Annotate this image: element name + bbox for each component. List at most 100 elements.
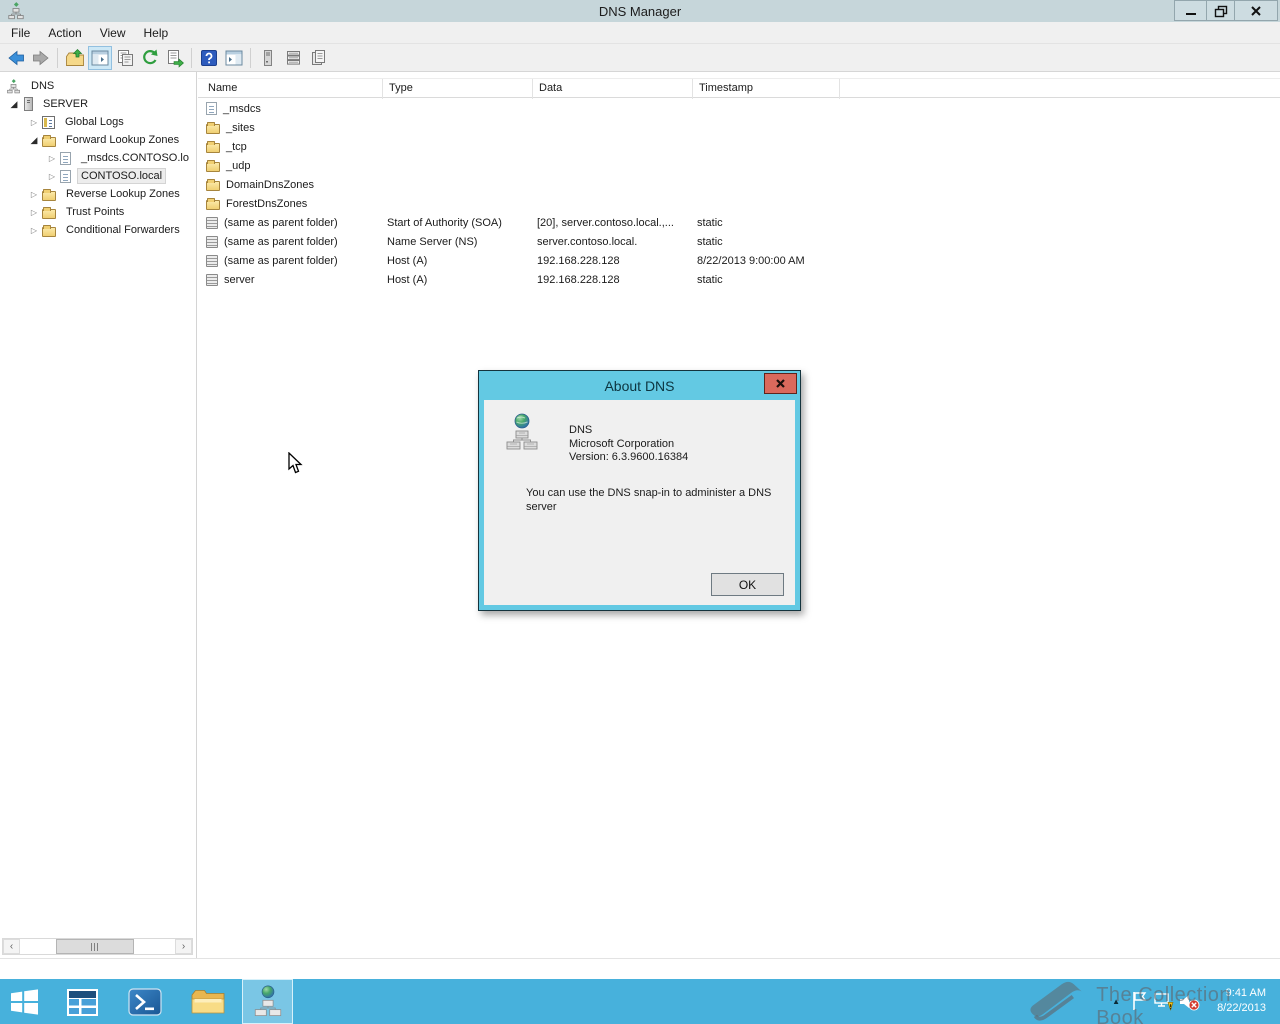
dialog-company: Microsoft Corporation — [569, 437, 675, 450]
tree-item-global-logs[interactable]: Global Logs — [0, 113, 196, 131]
cell-type: Start of Authority (SOA) — [387, 216, 502, 229]
scrollbar-grip-icon — [91, 942, 99, 951]
show-action-pane-button[interactable] — [222, 46, 246, 70]
column-header-filler — [840, 79, 1280, 99]
scrollbar-thumb[interactable] — [56, 939, 134, 954]
about-dns-dialog: About DNS DNS Microsoft Corporation Vers… — [478, 370, 801, 611]
powershell-button[interactable] — [121, 979, 169, 1024]
dialog-product-name: DNS — [569, 424, 593, 436]
menu-file[interactable]: File — [0, 22, 39, 44]
dialog-close-button[interactable] — [764, 373, 797, 394]
list-icon — [287, 50, 300, 65]
table-row[interactable]: DomainDnsZones — [198, 175, 1280, 194]
close-icon — [776, 379, 785, 388]
dns-console-icon — [6, 79, 21, 94]
help-button[interactable] — [197, 46, 221, 70]
expand-collapse-icon[interactable] — [26, 188, 42, 200]
cell-name: _msdcs — [223, 102, 261, 115]
cell-name: _sites — [226, 121, 255, 134]
tree-item-conditional-forwarders[interactable]: Conditional Forwarders — [0, 221, 196, 239]
close-button[interactable] — [1234, 0, 1278, 21]
start-button[interactable] — [0, 979, 48, 1024]
column-header-data[interactable]: Data — [533, 79, 693, 99]
tree-item-server[interactable]: SERVER — [0, 95, 196, 113]
menu-view[interactable]: View — [91, 22, 135, 44]
properties-page-button[interactable] — [306, 46, 330, 70]
toolbar-separator — [57, 47, 58, 68]
expand-collapse-icon[interactable] — [26, 116, 42, 128]
expand-collapse-icon[interactable] — [26, 134, 42, 146]
expand-collapse-icon[interactable] — [26, 224, 42, 236]
action-pane-window-icon — [225, 50, 243, 65]
expand-collapse-icon[interactable] — [44, 152, 60, 164]
taskbar-clock[interactable]: 9:41 AM 8/22/2013 — [1217, 986, 1266, 1016]
scroll-left-arrow[interactable] — [3, 939, 20, 954]
column-header-timestamp[interactable]: Timestamp — [693, 79, 840, 99]
tree-item-trust-points[interactable]: Trust Points — [0, 203, 196, 221]
dialog-body: DNS Microsoft Corporation Version: 6.3.9… — [484, 400, 795, 605]
expand-collapse-icon[interactable] — [6, 98, 22, 110]
tree-item-forward-lookup-zones[interactable]: Forward Lookup Zones — [0, 131, 196, 149]
folder-icon — [206, 160, 220, 172]
volume-muted-icon[interactable] — [1179, 993, 1200, 1016]
list-rows: _msdcs _sites _tcp _udp DomainDnsZones F… — [198, 99, 1280, 289]
expand-collapse-icon[interactable] — [26, 206, 42, 218]
refresh-button[interactable] — [138, 46, 162, 70]
record-list-button[interactable] — [281, 46, 305, 70]
properties-icon — [118, 49, 133, 66]
menu-help[interactable]: Help — [135, 22, 178, 44]
toolbar-separator — [191, 47, 192, 68]
server-manager-button[interactable] — [58, 979, 106, 1024]
cell-name: DomainDnsZones — [226, 178, 315, 191]
scroll-right-arrow[interactable] — [175, 939, 192, 954]
tree-item-reverse-lookup-zones[interactable]: Reverse Lookup Zones — [0, 185, 196, 203]
properties-button[interactable] — [113, 46, 137, 70]
table-row[interactable]: _sites — [198, 118, 1280, 137]
horizontal-scrollbar[interactable] — [2, 938, 193, 955]
table-row[interactable]: server Host (A) 192.168.228.128 static — [198, 270, 1280, 289]
minimize-button[interactable] — [1174, 0, 1207, 21]
table-row[interactable]: _udp — [198, 156, 1280, 175]
folder-icon — [42, 224, 56, 237]
dns-snapin-icon — [506, 413, 538, 458]
tree-item-msdcs-contoso[interactable]: _msdcs.CONTOSO.lo — [0, 149, 196, 168]
menu-action[interactable]: Action — [39, 22, 90, 44]
dns-manager-taskbar-button[interactable] — [242, 979, 293, 1024]
expand-collapse-icon[interactable] — [44, 170, 60, 182]
table-row[interactable]: _tcp — [198, 137, 1280, 156]
restore-button[interactable] — [1206, 0, 1235, 21]
back-icon — [8, 50, 24, 65]
up-one-level-button[interactable] — [63, 46, 87, 70]
column-header-type[interactable]: Type — [383, 79, 533, 99]
cell-timestamp: static — [697, 216, 723, 229]
table-row[interactable]: (same as parent folder) Host (A) 192.168… — [198, 251, 1280, 270]
cell-type: Host (A) — [387, 273, 428, 286]
network-status-icon[interactable] — [1154, 992, 1174, 1016]
tree-item-contoso-local[interactable]: CONTOSO.local — [0, 167, 196, 186]
table-row[interactable]: ForestDnsZones — [198, 194, 1280, 213]
table-row[interactable]: (same as parent folder) Name Server (NS)… — [198, 232, 1280, 251]
tree-item-label-selected: CONTOSO.local — [76, 168, 167, 184]
column-header-name[interactable]: Name — [198, 79, 383, 99]
menu-bar: File Action View Help — [0, 22, 1280, 44]
zone-icon — [58, 151, 71, 168]
tree-item-dns[interactable]: DNS — [0, 77, 196, 95]
tree-item-label: Global Logs — [65, 116, 124, 128]
action-center-flag-icon[interactable] — [1131, 991, 1147, 1016]
cell-data: server.contoso.local. — [537, 235, 638, 248]
close-icon — [1251, 5, 1261, 16]
table-row[interactable]: (same as parent folder) Start of Authori… — [198, 213, 1280, 232]
cell-type: Host (A) — [387, 254, 428, 267]
servers-button[interactable] — [256, 46, 280, 70]
forward-icon — [33, 50, 49, 65]
back-button[interactable] — [4, 46, 28, 70]
export-list-button[interactable] — [163, 46, 187, 70]
table-row[interactable]: _msdcs — [198, 99, 1280, 118]
forward-button[interactable] — [29, 46, 53, 70]
file-explorer-button[interactable] — [184, 979, 232, 1024]
show-console-tree-button[interactable] — [88, 45, 112, 70]
ok-button[interactable]: OK — [711, 573, 784, 596]
powershell-icon — [128, 987, 162, 1016]
scrollbar-track[interactable] — [20, 939, 175, 954]
hidden-icons-button[interactable]: ▲ — [1112, 997, 1120, 1006]
